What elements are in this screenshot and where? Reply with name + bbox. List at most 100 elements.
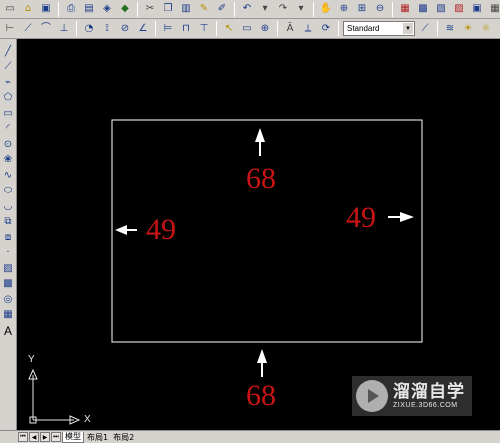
dimension-text-right[interactable]: 49 [346,203,376,233]
make-block-icon[interactable]: ⧈ [1,230,16,246]
plot-icon[interactable]: ◆ [117,2,133,17]
layer-manager-icon[interactable]: ≋ [442,21,458,36]
first-tab-icon[interactable]: ⏮ [18,432,28,442]
calculator-icon[interactable]: ▦ [487,2,500,17]
tab-layout2[interactable]: 布局2 [111,432,136,443]
toolbar-separator [137,1,138,17]
ellipse-icon[interactable]: ⬭ [1,184,16,200]
sheet-set-icon[interactable]: ▨ [451,2,467,17]
spline-icon[interactable]: ∿ [1,168,16,184]
print-icon[interactable]: ⎙ [63,2,79,17]
standard-toolbar: ▭ ⌂ ▣ ⎙ ▤ ◈ ◆ ✂ ❐ ▥ ✎ ✐ ↶ ▾ ↷ ▾ ✋ ⊕ ⊞ ⊖ … [0,0,500,19]
draw-toolbar: ╱ ⟋ ⌁ ⬠ ▭ ◜ ⊙ ❀ ∿ ⬭ ◡ ⧉ ⧈ · ▨ ▩ ◎ ▦ A [0,39,17,436]
construction-line-icon[interactable]: ⟋ [1,60,16,76]
toolbar-separator [338,21,339,36]
hatch-icon[interactable]: ▨ [1,261,16,277]
tab-layout1[interactable]: 布局1 [85,432,110,443]
arc-icon[interactable]: ◜ [1,122,16,138]
right-dimension-arrow [388,212,414,222]
linear-dimension-icon[interactable]: ⊢ [2,21,18,36]
tolerance-icon[interactable]: ▭ [239,21,255,36]
block-editor-icon[interactable]: ✐ [214,2,230,17]
cut-icon[interactable]: ✂ [142,2,158,17]
dimension-text-left[interactable]: 49 [146,215,176,245]
layout-tab-bar: ⏮ ◀ ▶ ⏭ 模型 布局1 布局2 [0,430,500,443]
circle-icon[interactable]: ⊙ [1,137,16,153]
angular-dimension-icon[interactable]: ∠ [135,21,151,36]
rectangle-icon[interactable]: ▭ [1,106,16,122]
tool-palettes-icon[interactable]: ▧ [433,2,449,17]
dimension-text-edit-icon[interactable]: ⟂ [300,21,316,36]
dimension-edit-icon[interactable]: Ā [282,21,298,36]
zoom-window-icon[interactable]: ⊞ [354,2,370,17]
match-properties-icon[interactable]: ✎ [196,2,212,17]
insert-block-icon[interactable]: ⧉ [1,215,16,231]
redo-icon[interactable]: ↷ [275,2,291,17]
ordinate-dimension-icon[interactable]: ⊥ [56,21,72,36]
copy-icon[interactable]: ❐ [160,2,176,17]
zoom-previous-icon[interactable]: ⊖ [372,2,388,17]
baseline-dimension-icon[interactable]: ⊓ [178,21,194,36]
dimension-text-top[interactable]: 68 [246,164,276,194]
ucs-y-label: Y [28,354,35,365]
properties-icon[interactable]: ▦ [397,2,413,17]
table-icon[interactable]: ▦ [1,308,16,324]
watermark-url: ZIXUE.3D66.COM [393,401,458,409]
dimension-style-icon[interactable]: ⟋ [417,21,433,36]
layer-lock-icon[interactable]: ◘ [496,21,500,36]
region-icon[interactable]: ◎ [1,292,16,308]
diameter-dimension-icon[interactable]: ⊘ [117,21,133,36]
dimension-update-icon[interactable]: ⟳ [318,21,334,36]
aligned-dimension-icon[interactable]: ⟋ [20,21,36,36]
design-center-icon[interactable]: ▩ [415,2,431,17]
line-icon[interactable]: ╱ [1,44,16,60]
toolbar-separator [58,1,59,17]
pan-realtime-icon[interactable]: ✋ [318,2,334,17]
zoom-realtime-icon[interactable]: ⊕ [336,2,352,17]
print-preview-icon[interactable]: ▤ [81,2,97,17]
layer-on-icon[interactable]: ☀ [460,21,476,36]
previous-tab-icon[interactable]: ◀ [29,432,39,442]
undo-icon[interactable]: ↶ [239,2,255,17]
dimension-text-bottom[interactable]: 68 [246,381,276,411]
toolbar-separator [437,21,438,36]
left-dimension-arrow [115,225,137,235]
multiline-text-icon[interactable]: A [1,323,16,339]
save-icon[interactable]: ▣ [38,2,54,17]
polygon-icon[interactable]: ⬠ [1,91,16,107]
dimension-style-value: Standard [347,24,380,33]
toolbar-separator [392,1,393,17]
center-mark-icon[interactable]: ⊕ [257,21,273,36]
quick-dimension-icon[interactable]: ⊨ [160,21,176,36]
watermark: 溜溜自学 ZIXUE.3D66.COM [352,376,472,416]
markup-icon[interactable]: ▣ [469,2,485,17]
ucs-x-label: X [84,414,91,425]
point-icon[interactable]: · [1,246,16,262]
new-file-icon[interactable]: ▭ [2,2,18,17]
toolbar-separator [76,21,77,36]
redo-dropdown-icon[interactable]: ▾ [293,2,309,17]
ellipse-arc-icon[interactable]: ◡ [1,199,16,215]
jogged-dimension-icon[interactable]: ⟟ [99,21,115,36]
publish-icon[interactable]: ◈ [99,2,115,17]
continue-dimension-icon[interactable]: ⊤ [196,21,212,36]
toolbar-separator [155,21,156,36]
watermark-title: 溜溜自学 [393,382,465,403]
paste-icon[interactable]: ▥ [178,2,194,17]
toolbar-separator [313,1,314,17]
revision-cloud-icon[interactable]: ❀ [1,153,16,169]
quick-leader-icon[interactable]: ↖ [221,21,237,36]
layer-freeze-icon[interactable]: ☼ [478,21,494,36]
undo-dropdown-icon[interactable]: ▾ [257,2,273,17]
arc-length-icon[interactable]: ⌒ [38,21,54,36]
drawing-canvas[interactable] [18,39,500,430]
last-tab-icon[interactable]: ⏭ [51,432,61,442]
polyline-icon[interactable]: ⌁ [1,75,16,91]
gradient-icon[interactable]: ▩ [1,277,16,293]
radius-dimension-icon[interactable]: ◔ [81,21,97,36]
dimension-style-select[interactable]: Standard ▼ [343,21,415,36]
chevron-down-icon[interactable]: ▼ [403,23,413,34]
next-tab-icon[interactable]: ▶ [40,432,50,442]
open-file-icon[interactable]: ⌂ [20,2,36,17]
tab-model[interactable]: 模型 [62,431,84,443]
